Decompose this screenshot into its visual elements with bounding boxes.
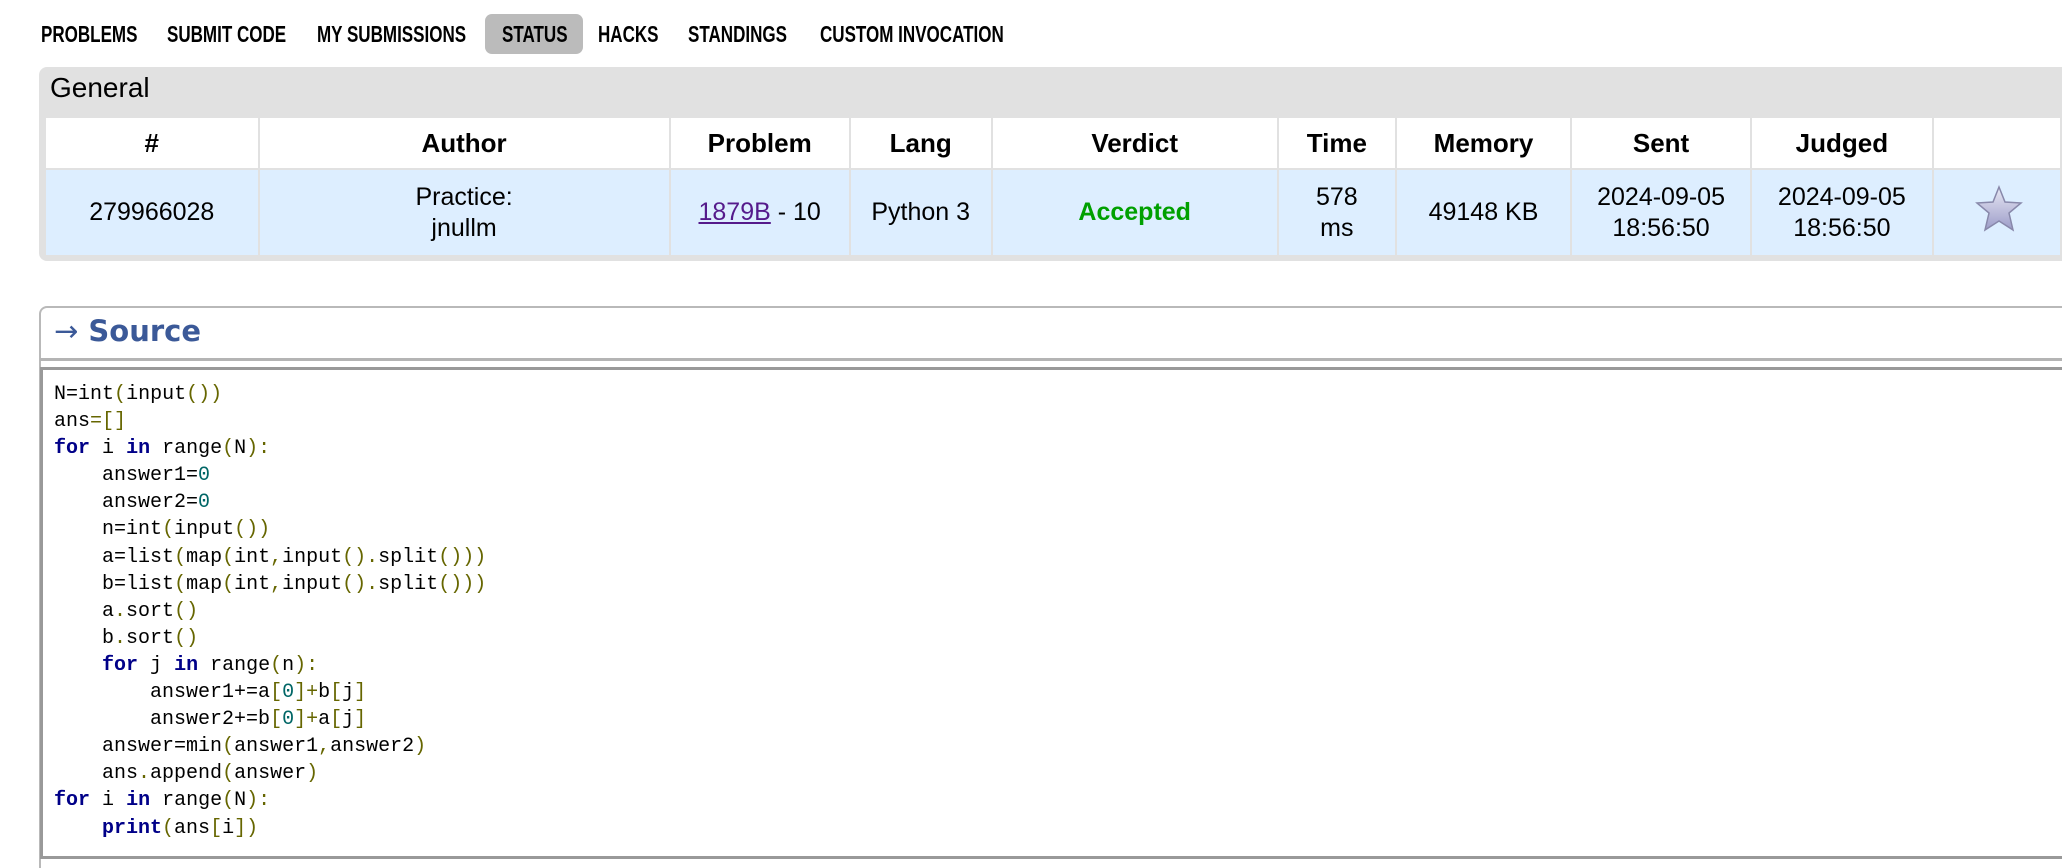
submission-table: # Author Problem Lang Verdict Time Memor… xyxy=(44,116,2062,257)
source-code: N=int(input()) ans=[] for i in range(N): a… xyxy=(54,381,486,842)
col-sent: Sent xyxy=(1570,116,1752,170)
code-line: answer1+=a[0]+b[j] xyxy=(150,681,367,705)
sent-time: 18:56:50 xyxy=(1612,213,1710,242)
col-verdict: Verdict xyxy=(990,116,1279,170)
col-id: # xyxy=(44,116,260,170)
col-judged: Judged xyxy=(1749,116,1934,170)
problem-link[interactable]: 1879B xyxy=(699,198,771,226)
nav-status[interactable]: STATUS xyxy=(502,14,568,54)
col-memory: Memory xyxy=(1394,116,1573,170)
col-lang: Lang xyxy=(848,116,993,170)
code-line: b=list(map(int,input().split())) xyxy=(102,572,487,596)
time-unit: ms xyxy=(1320,213,1354,242)
code-line: ans=[] xyxy=(54,410,127,434)
favorite-cell xyxy=(1931,168,2062,257)
author-handle[interactable]: jnullm xyxy=(260,213,669,244)
code-line: for i in range(N): xyxy=(54,789,271,813)
code-line: N=int(input()) xyxy=(54,383,223,406)
time-value: 578 xyxy=(1315,182,1358,211)
col-favorite xyxy=(1931,116,2062,170)
judged-cell: 2024-09-05 18:56:50 xyxy=(1749,168,1934,257)
memory-cell: 49148 KB xyxy=(1394,168,1573,257)
arrow-right-icon: → xyxy=(54,314,79,348)
lang-cell: Python 3 xyxy=(848,168,993,257)
code-line: print(ans[i]) xyxy=(102,816,259,840)
col-author: Author xyxy=(257,116,671,170)
submission-id: 279966028 xyxy=(44,168,260,257)
time-cell: 578 ms xyxy=(1276,168,1397,257)
verdict-cell: Accepted xyxy=(990,168,1279,257)
col-problem: Problem xyxy=(668,116,851,170)
problem-test: - 10 xyxy=(770,198,821,226)
star-icon[interactable] xyxy=(1974,184,2024,233)
author-cell: Practice: jnullm xyxy=(257,168,671,257)
sent-cell: 2024-09-05 18:56:50 xyxy=(1570,168,1752,257)
code-line: answer=min(answer1,answer2) xyxy=(102,735,427,759)
code-line: for j in range(n): xyxy=(102,653,319,677)
judged-time: 18:56:50 xyxy=(1793,213,1891,242)
author-prefix: Practice: xyxy=(415,182,513,211)
nav-custom-invocation[interactable]: CUSTOM INVOCATION xyxy=(820,14,1004,54)
source-title: Source xyxy=(88,314,202,348)
problem-cell: 1879B - 10 xyxy=(668,168,851,257)
nav-problems[interactable]: PROBLEMS xyxy=(41,14,137,54)
nav-hacks[interactable]: HACKS xyxy=(598,14,659,54)
nav-standings[interactable]: STANDINGS xyxy=(688,14,787,54)
code-line: b.sort() xyxy=(102,626,199,650)
general-title: General xyxy=(50,72,150,103)
code-line: answer2+=b[0]+a[j] xyxy=(150,708,367,732)
source-header[interactable]: → Source xyxy=(54,314,201,348)
code-line: a.sort() xyxy=(102,599,199,623)
verdict-badge: Accepted xyxy=(1078,198,1191,226)
judged-date: 2024-09-05 xyxy=(1777,182,1906,211)
code-line: for i in range(N): xyxy=(54,437,271,461)
table-row: 279966028 Practice: jnullm 1879B - 10 Py… xyxy=(44,168,2062,257)
nav-submit-code[interactable]: SUBMIT CODE xyxy=(167,14,286,54)
code-line: a=list(map(int,input().split())) xyxy=(102,545,487,569)
table-header-row: # Author Problem Lang Verdict Time Memor… xyxy=(44,116,2062,170)
code-line: n=int(input()) xyxy=(102,518,271,542)
sent-date: 2024-09-05 xyxy=(1597,182,1725,211)
code-line: answer1=0 xyxy=(102,464,211,488)
divider xyxy=(40,358,2062,361)
col-time: Time xyxy=(1276,116,1397,170)
nav-my-submissions[interactable]: MY SUBMISSIONS xyxy=(317,14,466,54)
code-line: ans.append(answer) xyxy=(102,762,319,786)
code-line: answer2=0 xyxy=(102,491,211,515)
